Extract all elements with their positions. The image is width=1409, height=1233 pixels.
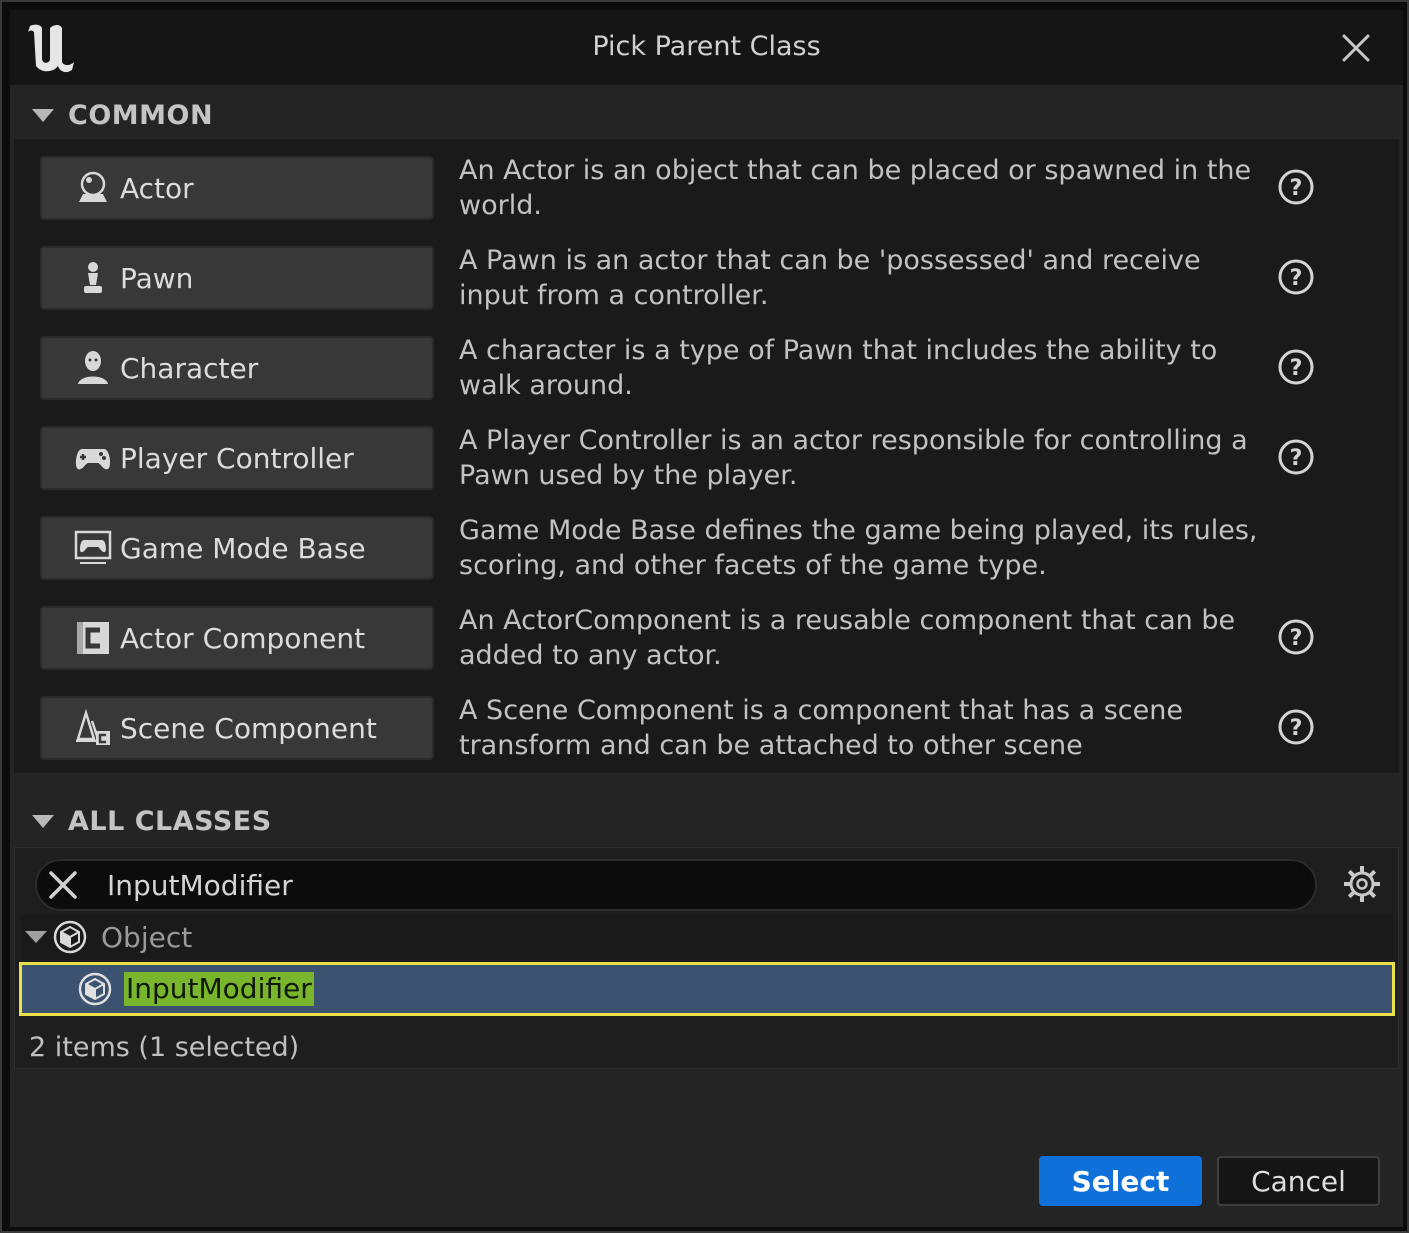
- pick-parent-class-dialog: Pick Parent Class COMMON Actor An Actor …: [0, 0, 1409, 1233]
- svg-text:?: ?: [1290, 266, 1303, 291]
- pawn-description: A Pawn is an actor that can be 'possesse…: [459, 245, 1201, 311]
- help-icon[interactable]: ?: [1277, 258, 1315, 296]
- help-icon[interactable]: ?: [1277, 168, 1315, 206]
- gamepad-icon: [74, 439, 112, 477]
- character-button[interactable]: Character: [40, 336, 434, 400]
- actor-icon: [74, 169, 112, 207]
- player-controller-description: A Player Controller is an actor responsi…: [459, 425, 1248, 491]
- common-section-label: COMMON: [68, 99, 214, 131]
- pawn-icon: [74, 259, 112, 297]
- common-row-pawn: Pawn A Pawn is an actor that can be 'pos…: [14, 229, 1399, 319]
- scene-component-label: Scene Component: [120, 711, 377, 745]
- actor-description: An Actor is an object that can be placed…: [459, 155, 1252, 221]
- common-row-actor-component: Actor Component An ActorComponent is a r…: [14, 589, 1399, 679]
- player-controller-button[interactable]: Player Controller: [40, 426, 434, 490]
- collapse-triangle-icon: [32, 814, 54, 828]
- common-row-character: Character A character is a type of Pawn …: [14, 319, 1399, 409]
- common-class-list: Actor An Actor is an object that can be …: [14, 139, 1399, 773]
- all-classes-section-label: ALL CLASSES: [68, 805, 272, 837]
- close-icon[interactable]: [1338, 30, 1374, 66]
- actor-component-label: Actor Component: [120, 621, 366, 655]
- player-controller-label: Player Controller: [120, 441, 354, 475]
- scene-component-description: A Scene Component is a component that ha…: [459, 695, 1183, 761]
- common-section-header[interactable]: COMMON: [10, 87, 1403, 143]
- tree-row-object[interactable]: Object: [21, 914, 1394, 960]
- expand-triangle-icon[interactable]: [25, 931, 47, 943]
- class-object-icon: [78, 972, 112, 1006]
- actor-component-icon: [74, 619, 112, 657]
- common-row-actor: Actor An Actor is an object that can be …: [14, 139, 1399, 229]
- common-row-player-controller: Player Controller A Player Controller is…: [14, 409, 1399, 499]
- help-icon[interactable]: ?: [1277, 618, 1315, 656]
- pawn-label: Pawn: [120, 261, 194, 295]
- dialog-body: COMMON Actor An Actor is an object that …: [10, 85, 1403, 1227]
- scene-component-button[interactable]: Scene Component: [40, 696, 434, 760]
- item-count-status: 2 items (1 selected): [29, 1032, 300, 1063]
- actor-label: Actor: [120, 171, 194, 205]
- svg-text:?: ?: [1290, 716, 1303, 741]
- character-icon: [74, 349, 112, 387]
- help-icon[interactable]: ?: [1277, 708, 1315, 746]
- all-classes-panel: Object InputModifier 2 items (1 selected…: [14, 847, 1399, 1069]
- help-icon[interactable]: ?: [1277, 438, 1315, 476]
- select-button[interactable]: Select: [1039, 1156, 1202, 1206]
- collapse-triangle-icon: [32, 108, 54, 122]
- tree-item-label-highlighted: InputModifier: [124, 972, 314, 1006]
- class-object-icon: [53, 920, 87, 954]
- game-mode-base-description: Game Mode Base defines the game being pl…: [459, 515, 1258, 581]
- svg-text:?: ?: [1290, 356, 1303, 381]
- clear-search-icon[interactable]: [47, 869, 79, 901]
- scene-component-icon: [74, 709, 112, 747]
- all-classes-section-header[interactable]: ALL CLASSES: [10, 793, 1403, 849]
- game-mode-base-button[interactable]: Game Mode Base: [40, 516, 434, 580]
- common-row-scene-component: Scene Component A Scene Component is a c…: [14, 679, 1399, 769]
- actor-button[interactable]: Actor: [40, 156, 434, 220]
- help-icon[interactable]: ?: [1277, 348, 1315, 386]
- character-label: Character: [120, 351, 259, 385]
- game-mode-base-label: Game Mode Base: [120, 531, 366, 565]
- svg-text:?: ?: [1290, 626, 1303, 651]
- actor-component-button[interactable]: Actor Component: [40, 606, 434, 670]
- pawn-button[interactable]: Pawn: [40, 246, 434, 310]
- game-mode-icon: [74, 529, 112, 567]
- dialog-title: Pick Parent Class: [592, 31, 821, 62]
- cancel-button[interactable]: Cancel: [1217, 1156, 1380, 1206]
- svg-text:?: ?: [1290, 446, 1303, 471]
- svg-text:?: ?: [1290, 176, 1303, 201]
- tree-row-input-modifier[interactable]: InputModifier: [19, 962, 1395, 1016]
- title-bar: Pick Parent Class: [10, 10, 1403, 85]
- common-row-game-mode-base: Game Mode Base Game Mode Base defines th…: [14, 499, 1399, 589]
- tree-item-label: Object: [101, 920, 193, 954]
- gear-icon[interactable]: [1343, 865, 1381, 903]
- class-search-box: [35, 859, 1317, 911]
- actor-component-description: An ActorComponent is a reusable componen…: [459, 605, 1236, 671]
- character-description: A character is a type of Pawn that inclu…: [459, 335, 1218, 401]
- class-search-input[interactable]: [107, 867, 1287, 903]
